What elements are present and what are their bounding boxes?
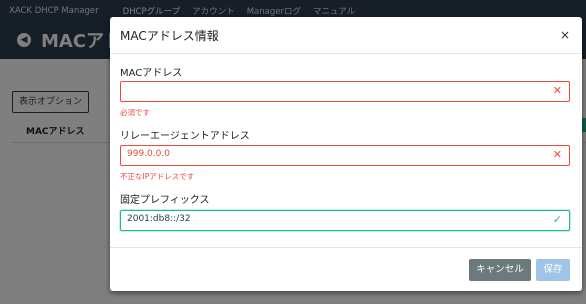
save-button[interactable]: 保存 bbox=[536, 259, 570, 281]
relay-agent-address-input[interactable]: 999.0.0.0 ✕ bbox=[120, 145, 570, 166]
close-icon[interactable]: × bbox=[560, 28, 570, 42]
fixed-prefix-label: 固定プレフィックス bbox=[120, 195, 210, 206]
cancel-button[interactable]: キャンセル bbox=[469, 259, 531, 281]
fixed-prefix-input[interactable]: 2001:db8::/32 ✓ bbox=[120, 210, 570, 231]
modal-footer-divider bbox=[110, 247, 582, 248]
mac-address-label: MACアドレス bbox=[120, 68, 183, 79]
mac-address-modal: MACアドレス情報 × MACアドレス ✕ 必須です リレーエージェントアドレス… bbox=[110, 17, 582, 291]
relay-agent-address-error: 不正なIPアドレスです bbox=[120, 172, 195, 181]
error-x-icon: ✕ bbox=[552, 148, 562, 161]
check-icon: ✓ bbox=[552, 213, 562, 226]
modal-header: MACアドレス情報 × bbox=[110, 17, 582, 54]
error-x-icon: ✕ bbox=[552, 84, 562, 97]
relay-agent-address-label: リレーエージェントアドレス bbox=[120, 131, 250, 142]
fixed-prefix-value: 2001:db8::/32 bbox=[127, 214, 191, 224]
modal-title: MACアドレス情報 bbox=[120, 28, 219, 43]
relay-agent-address-value: 999.0.0.0 bbox=[127, 149, 170, 159]
mac-address-input[interactable]: ✕ bbox=[120, 81, 570, 102]
mac-address-error: 必須です bbox=[120, 108, 150, 117]
